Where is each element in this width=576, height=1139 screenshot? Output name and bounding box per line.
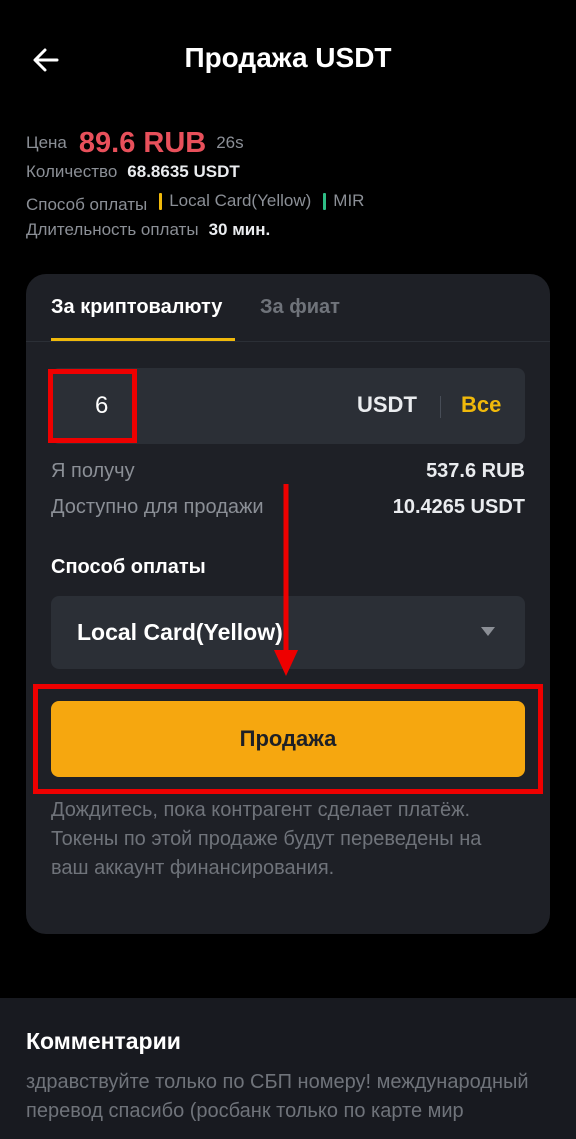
payment-method-select[interactable]: Local Card(Yellow) [51,596,525,669]
active-tab-indicator [51,338,235,341]
duration-label: Длительность оплаты [26,220,199,239]
order-info: Цена 89.6 RUB 26s Количество 68.8635 USD… [26,124,556,249]
receive-label: Я получу [51,460,135,482]
info-note: Дождитесь, пока контрагент сделает платё… [51,799,482,879]
payment-method-selected: Local Card(Yellow) [77,619,283,645]
tab-by-fiat[interactable]: За фиат [260,296,340,319]
price-timer: 26s [216,133,244,152]
amount-unit: USDT [357,392,417,417]
comments-section: Комментарии здравствуйте только по СБП н… [0,998,576,1139]
amount-value[interactable]: 6 [95,392,108,420]
receive-value: 537.6 RUB [426,460,525,482]
divider [440,396,441,418]
duration-row: Длительность оплаты 30 мин. [26,220,556,249]
price-row: Цена 89.6 RUB 26s [26,124,556,162]
quantity-value: 68.8635 USDT [127,162,240,181]
caret-down-icon [481,627,495,636]
sell-button[interactable]: Продажа [51,701,525,777]
duration-value: 30 мин. [208,220,271,239]
available-value: 10.4265 USDT [392,496,525,518]
page-title: Продажа USDT [184,42,392,73]
payment-color-bar [159,192,163,210]
payment-method-name: MIR [333,191,365,210]
tab-by-crypto[interactable]: За криптовалюту [51,296,222,319]
price-label: Цена [26,133,67,152]
payment-method-name: Local Card(Yellow) [169,191,312,210]
available-label: Доступно для продажи [51,496,264,518]
payment-method-mir: MIR [323,191,364,211]
price-value: 89.6 RUB [78,126,207,159]
comments-text: здравствуйте только по СБП номеру! между… [26,1071,529,1122]
amount-input[interactable]: 6 USDT Все [51,368,525,444]
comments-title: Комментарии [26,1028,181,1054]
payment-method-label: Способ оплаты [51,556,206,578]
sell-form-card: За криптовалюту За фиат 6 USDT Все Я пол… [26,274,550,934]
header: Продажа USDT [0,0,576,120]
payment-label: Способ оплаты [26,194,148,214]
all-button[interactable]: Все [461,392,501,418]
payment-method-local-card: Local Card(Yellow) [159,191,311,211]
payment-methods-row: Способ оплаты Local Card(Yellow) MIR [26,191,556,220]
quantity-row: Количество 68.8635 USDT [26,162,556,191]
tab-bar: За криптовалюту За фиат [26,274,550,342]
payment-color-bar [323,192,327,210]
quantity-label: Количество [26,162,118,181]
